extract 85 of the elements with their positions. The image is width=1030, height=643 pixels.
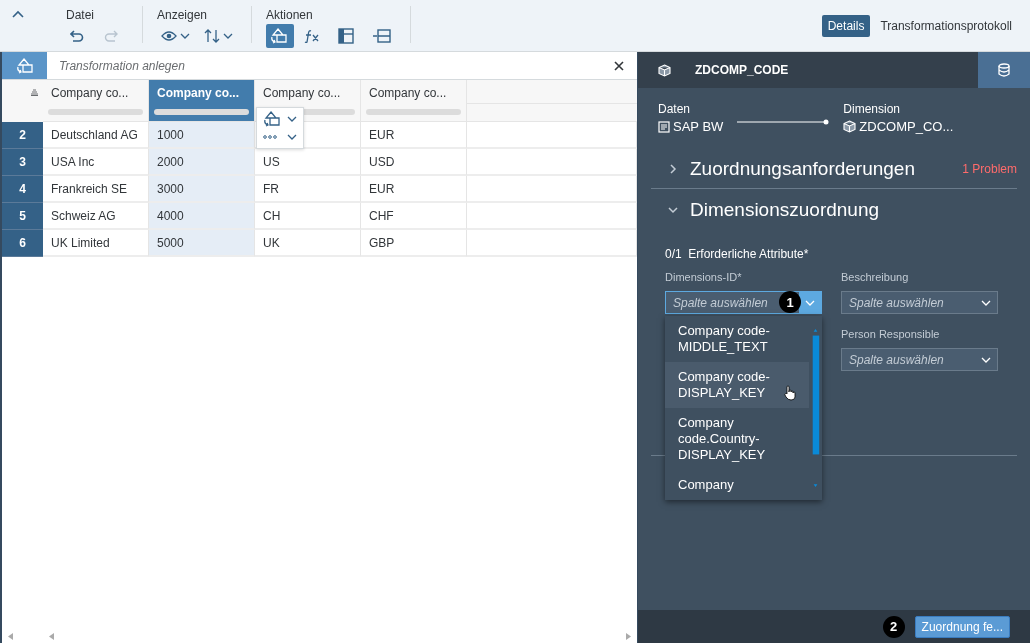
report-icon xyxy=(658,120,670,133)
caret-icon xyxy=(223,33,233,39)
group-label: Datei xyxy=(66,8,95,22)
table-cell: EUR xyxy=(369,127,395,142)
option[interactable]: Company code-DISPLAY_KEY xyxy=(665,362,809,408)
column-select[interactable]: Spalte auswählen xyxy=(841,291,998,314)
table-cell: FR xyxy=(263,181,279,196)
table-cell: USA Inc xyxy=(51,154,95,169)
option[interactable]: Company code-MIDDLE_TEXT xyxy=(665,316,809,362)
chevron-down-icon[interactable] xyxy=(668,205,678,215)
more-icon xyxy=(263,135,277,139)
table-cell: Frankreich SE xyxy=(51,181,128,196)
flow-label: Dimension xyxy=(843,102,902,116)
required-attributes: 0/1 Erforderliche Attribute* xyxy=(665,247,810,261)
transform-icon xyxy=(263,111,281,127)
target-name: ZDCOMP_CO... xyxy=(859,119,954,134)
caret-icon xyxy=(981,356,991,363)
option[interactable]: Company code.Country-DISPLAY_KEY xyxy=(665,408,809,470)
column-header[interactable]: Company co... xyxy=(255,80,361,104)
row-number: 2 xyxy=(2,122,43,149)
undo-icon xyxy=(70,29,84,43)
group-label: Aktionen xyxy=(266,8,314,22)
tab[interactable]: Transformationsprotokoll xyxy=(874,14,1018,37)
column-header[interactable]: Company co... xyxy=(43,80,149,104)
column-select[interactable]: Spalte auswählen xyxy=(841,348,998,371)
field-label: Person Responsible xyxy=(841,328,941,340)
table-cell: USD xyxy=(369,154,395,169)
option[interactable]: Company xyxy=(665,470,809,500)
transform-button[interactable] xyxy=(266,24,294,48)
sort-icon xyxy=(204,29,220,43)
eye-icon xyxy=(161,31,177,41)
table-cell: 3000 xyxy=(157,181,184,196)
table-cell: UK Limited xyxy=(51,235,110,250)
transform-icon xyxy=(270,28,288,44)
caret-icon xyxy=(805,299,815,306)
scroll-left-icon[interactable] xyxy=(49,632,54,640)
sort-lines-icon xyxy=(30,88,39,96)
table-cell: 5000 xyxy=(157,235,184,250)
table-cell: GBP xyxy=(369,235,395,250)
table-cell: Schweiz AG xyxy=(51,208,116,223)
source-name: SAP BW xyxy=(673,119,724,134)
table-cell: 2000 xyxy=(157,154,184,169)
column-header[interactable]: Company co... xyxy=(149,80,255,104)
collapse-icon[interactable] xyxy=(12,10,24,18)
row-number: 3 xyxy=(2,149,43,176)
caret-icon xyxy=(287,116,297,122)
close-icon xyxy=(614,60,624,71)
caret-icon xyxy=(287,134,297,140)
table-cell: 1000 xyxy=(157,127,184,142)
table-cell: CHF xyxy=(369,208,394,223)
row-number: 4 xyxy=(2,176,43,203)
chevron-right-icon[interactable] xyxy=(668,164,678,174)
database-icon xyxy=(998,63,1010,77)
merge-rows-icon xyxy=(372,29,392,43)
table-cell: Deutschland AG xyxy=(51,127,138,142)
scroll-right-icon[interactable] xyxy=(626,632,631,640)
scroll-left-icon[interactable] xyxy=(8,632,13,640)
transform-button[interactable] xyxy=(2,52,47,79)
step-marker: 2 xyxy=(882,615,905,638)
dimension-title: ZDCOMP_CODE xyxy=(695,63,789,77)
row-number: 6 xyxy=(2,230,43,257)
redo-icon xyxy=(104,29,118,43)
field-label: Dimensions-ID* xyxy=(665,271,743,283)
group-label: Anzeigen xyxy=(157,8,209,22)
table-cell: CH xyxy=(263,208,281,223)
caret-icon xyxy=(180,33,190,39)
table-cell: UK xyxy=(263,235,280,250)
cube-icon xyxy=(658,63,671,77)
table-column-icon xyxy=(338,28,354,44)
table-cell: US xyxy=(263,154,280,169)
tab[interactable]: Details xyxy=(821,14,871,37)
table-cell: EUR xyxy=(369,181,395,196)
table-cell: 4000 xyxy=(157,208,184,223)
flow-label: Daten xyxy=(658,102,692,116)
hand-cursor-icon xyxy=(784,385,796,401)
transform-icon xyxy=(15,57,34,74)
row-number: 5 xyxy=(2,203,43,230)
column-header[interactable]: Company co... xyxy=(361,80,467,104)
section-title[interactable]: Zuordnungsanforderungen xyxy=(690,158,915,180)
field-label: Beschreibung xyxy=(841,271,910,283)
database-button[interactable] xyxy=(978,52,1030,88)
caret-icon xyxy=(981,299,991,306)
cube-icon xyxy=(843,120,857,133)
formula-icon xyxy=(304,29,320,43)
section-title[interactable]: Dimensionszuordnung xyxy=(690,199,880,221)
